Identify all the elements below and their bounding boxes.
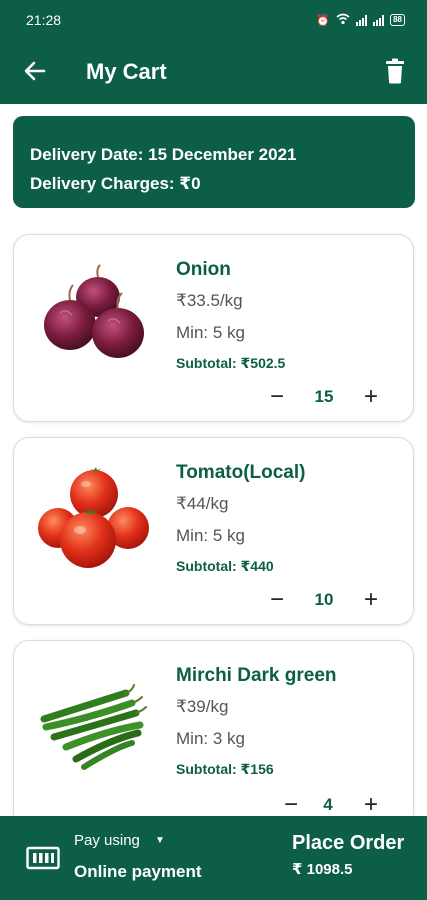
quantity-value: 15 bbox=[314, 387, 334, 406]
decrease-quantity-button[interactable]: − bbox=[266, 385, 288, 411]
item-name: Tomato(Local) bbox=[176, 462, 306, 483]
quantity-stepper: − 15 + bbox=[266, 385, 386, 411]
checkout-bar: Pay using ▼ Online payment Place Order ₹… bbox=[0, 816, 427, 900]
item-min-quantity: Min: 5 kg bbox=[176, 323, 245, 342]
item-subtotal: Subtotal: ₹502.5 bbox=[176, 355, 286, 371]
item-subtotal: Subtotal: ₹156 bbox=[176, 761, 274, 777]
delivery-date: Delivery Date: 15 December 2021 bbox=[30, 145, 297, 164]
item-price: ₹39/kg bbox=[176, 697, 229, 716]
signal-icon bbox=[373, 14, 385, 26]
item-price: ₹33.5/kg bbox=[176, 291, 243, 310]
app-bar: My Cart bbox=[0, 40, 427, 104]
tomato-image bbox=[38, 467, 149, 568]
status-icons: ⏰ 88 bbox=[316, 13, 405, 28]
item-price: ₹44/kg bbox=[176, 494, 229, 513]
onion-image bbox=[44, 264, 144, 358]
cart-item: Tomato(Local) ₹44/kg Min: 5 kg Subtotal:… bbox=[13, 437, 414, 625]
green-chilli-image bbox=[40, 684, 147, 770]
cart-item: Mirchi Dark green ₹39/kg Min: 3 kg Subto… bbox=[13, 640, 414, 828]
increase-quantity-button[interactable]: + bbox=[360, 385, 382, 411]
cart-item: Onion ₹33.5/kg Min: 5 kg Subtotal: ₹502.… bbox=[13, 234, 414, 422]
wifi-icon bbox=[336, 13, 350, 28]
page-title: My Cart bbox=[86, 59, 167, 84]
trash-icon bbox=[386, 58, 404, 84]
quantity-value: 4 bbox=[323, 795, 333, 814]
item-subtotal: Subtotal: ₹440 bbox=[176, 558, 274, 574]
delivery-info: Delivery Date: 15 December 2021 Delivery… bbox=[13, 116, 415, 208]
clear-cart-button[interactable] bbox=[384, 58, 406, 84]
item-name: Mirchi Dark green bbox=[176, 665, 337, 686]
quantity-value: 10 bbox=[314, 590, 334, 609]
payment-method-selector[interactable]: Online payment bbox=[74, 862, 202, 882]
quantity-stepper: − 10 + bbox=[266, 588, 386, 614]
alarm-icon: ⏰ bbox=[316, 14, 331, 27]
battery-icon: 88 bbox=[390, 14, 405, 26]
status-time: 21:28 bbox=[26, 12, 62, 28]
item-min-quantity: Min: 3 kg bbox=[176, 729, 245, 748]
status-bar: 21:28 ⏰ 88 bbox=[0, 0, 427, 40]
back-button[interactable] bbox=[22, 58, 48, 84]
cash-icon bbox=[26, 846, 60, 870]
item-name: Onion bbox=[176, 259, 231, 280]
place-order-button[interactable]: Place Order bbox=[292, 832, 404, 855]
pay-using-label: Pay using bbox=[74, 832, 140, 849]
delivery-charges: Delivery Charges: ₹0 bbox=[30, 174, 201, 193]
item-min-quantity: Min: 5 kg bbox=[176, 526, 245, 545]
increase-quantity-button[interactable]: + bbox=[360, 588, 382, 614]
order-total: ₹ 1098.5 bbox=[292, 861, 353, 878]
arrow-left-icon bbox=[24, 61, 46, 81]
signal-icon bbox=[356, 14, 368, 26]
caret-down-icon[interactable]: ▼ bbox=[155, 835, 165, 846]
decrease-quantity-button[interactable]: − bbox=[266, 588, 288, 614]
